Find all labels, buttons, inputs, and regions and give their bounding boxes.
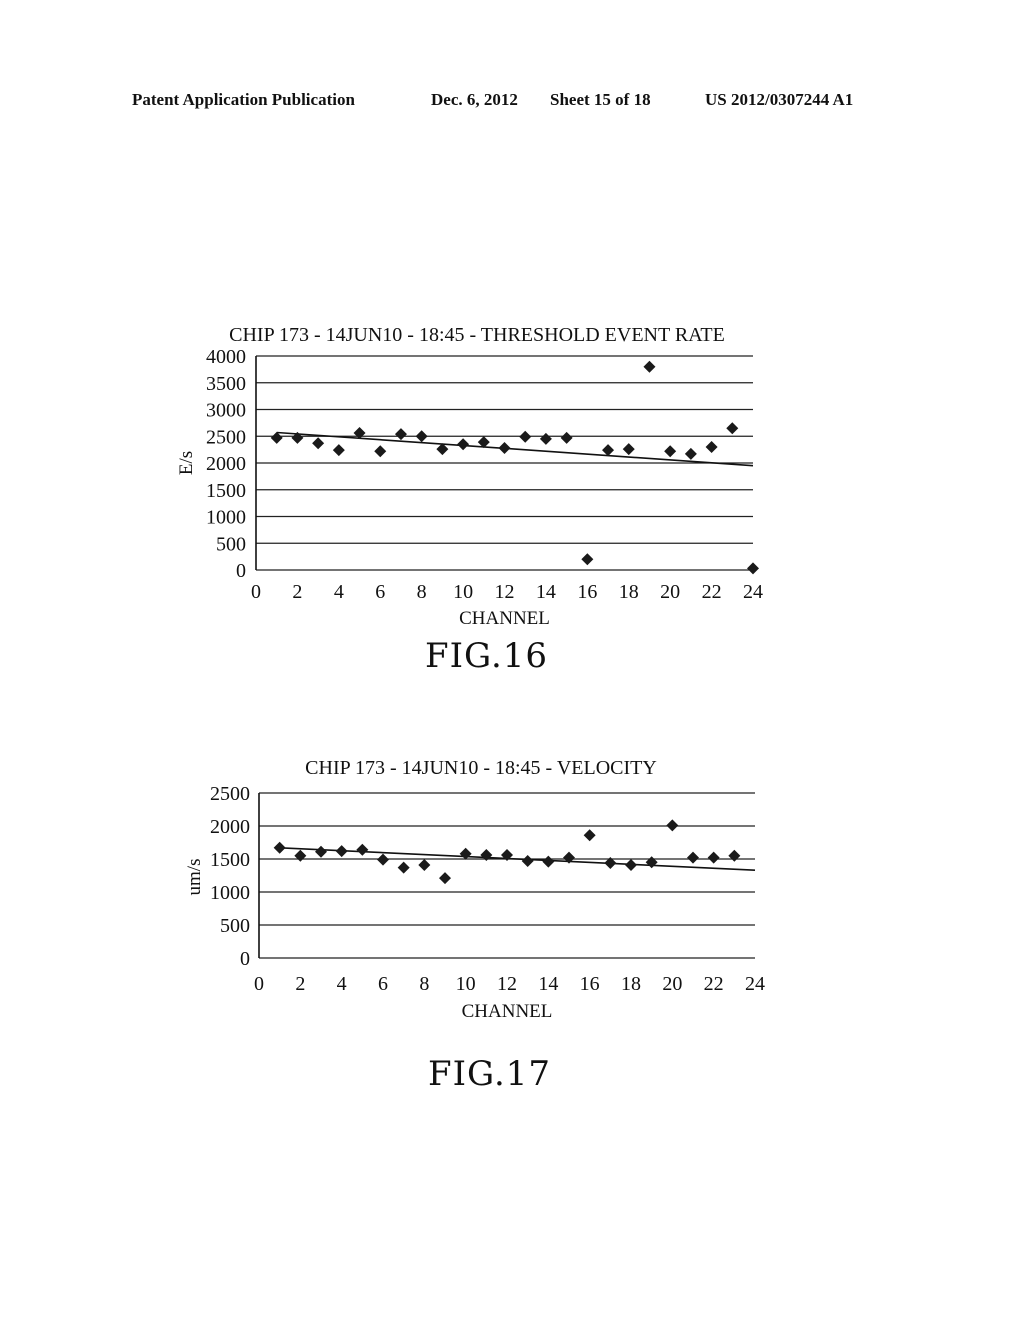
x-tick-label: 14 xyxy=(538,973,558,995)
y-tick-label: 2000 xyxy=(210,816,250,838)
x-tick-label: 0 xyxy=(254,973,264,995)
data-point xyxy=(707,851,720,864)
x-tick-label: 16 xyxy=(580,973,600,995)
x-axis-label: CHANNEL xyxy=(462,1001,553,1022)
y-tick-label: 1000 xyxy=(210,882,250,904)
x-tick-label: 18 xyxy=(621,973,641,995)
data-point xyxy=(418,858,431,871)
velocity-chart: CHIP 173 - 14JUN10 - 18:45 - VELOCITY 0 50… xyxy=(184,757,765,1022)
data-point xyxy=(397,861,410,874)
data-point xyxy=(315,845,327,858)
y-tick-label: 1500 xyxy=(210,849,250,871)
chart-title: CHIP 173 - 14JUN10 - 18:45 - VELOCITY xyxy=(305,757,657,779)
data-point xyxy=(625,858,637,871)
x-tick-label: 10 xyxy=(456,973,476,995)
data-point xyxy=(521,854,534,867)
figure-label: FIG.17 xyxy=(428,1054,552,1094)
data-point xyxy=(666,819,679,832)
data-point xyxy=(728,849,741,862)
x-tick-label: 2 xyxy=(295,973,305,995)
x-tick-label: 12 xyxy=(497,973,517,995)
x-tick-label: 8 xyxy=(419,973,429,995)
x-tick-label: 20 xyxy=(662,973,682,995)
data-point xyxy=(542,855,555,868)
x-tick-label: 22 xyxy=(704,973,724,995)
data-point xyxy=(294,849,307,862)
data-point xyxy=(645,856,658,869)
y-axis-label: um/s xyxy=(184,859,205,896)
data-point xyxy=(377,853,389,866)
data-point xyxy=(439,872,451,885)
x-tick-label: 4 xyxy=(337,973,347,995)
data-point xyxy=(273,841,286,854)
y-tick-label: 0 xyxy=(240,948,250,970)
data-point xyxy=(335,845,348,858)
data-point xyxy=(459,847,472,860)
x-tick-label: 24 xyxy=(745,973,765,995)
data-point xyxy=(356,843,369,856)
data-point xyxy=(583,829,596,842)
y-tick-label: 500 xyxy=(220,915,250,937)
data-point xyxy=(687,851,699,864)
y-tick-label: 2500 xyxy=(210,783,250,805)
x-tick-label: 6 xyxy=(378,973,388,995)
